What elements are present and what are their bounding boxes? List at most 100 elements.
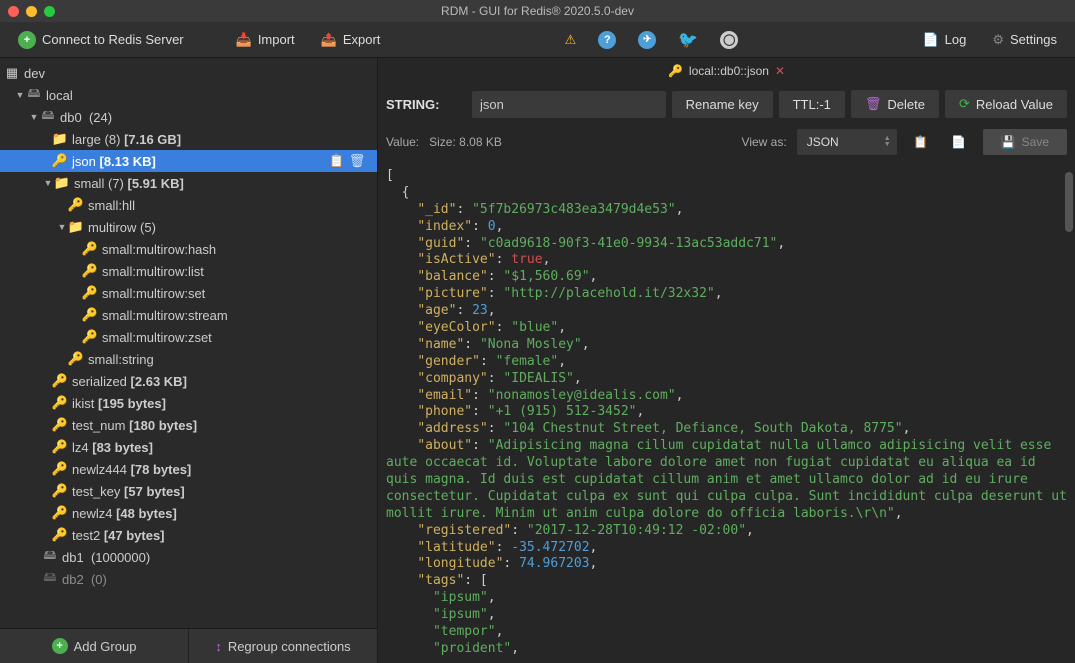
- key-icon: 🔑: [668, 64, 683, 78]
- key-icon: 🔑: [68, 351, 84, 367]
- tree-key-newlz444[interactable]: 🔑newlz444 [78 bytes]: [0, 458, 377, 480]
- key-icon: 🔑: [52, 461, 68, 477]
- key-name-input[interactable]: [472, 91, 666, 118]
- tree-folder-multirow[interactable]: ▼ 📁 multirow (5): [0, 216, 377, 238]
- log-icon: 📄: [922, 32, 938, 48]
- viewas-select[interactable]: JSON ▲▼: [797, 129, 897, 155]
- value-pane: 🔑 local::db0::json ✕ STRING: Rename key …: [378, 58, 1075, 663]
- breadcrumb: 🔑 local::db0::json ✕: [378, 58, 1075, 84]
- key-icon: 🔑: [52, 395, 68, 411]
- key-icon: 🔑: [82, 329, 98, 345]
- key-icon: 🔑: [52, 505, 68, 521]
- value-label: Value:: [386, 135, 419, 149]
- json-editor[interactable]: [ { "_id": "5f7b26973c483ea3479d4e53", "…: [378, 164, 1075, 663]
- tree-key-small-hll[interactable]: 🔑 small:hll: [0, 194, 377, 216]
- warning-icon[interactable]: ⚠: [565, 32, 577, 48]
- scrollbar[interactable]: [1065, 172, 1073, 232]
- telegram-icon[interactable]: ✈: [638, 31, 656, 49]
- key-icon: 🔑: [52, 153, 68, 169]
- folder-icon: 📁: [54, 175, 70, 191]
- key-icon: 🔑: [52, 373, 68, 389]
- tree-key-json[interactable]: 🔑 json [8.13 KB] 📋 🗑: [0, 150, 377, 172]
- twitter-icon[interactable]: 🐦: [678, 30, 698, 50]
- save-button[interactable]: 💾Save: [983, 129, 1067, 155]
- sidebar: ▦ dev ▼ 🖴 local ▼ 🖴 db0 (24) 📁 large (8)…: [0, 58, 378, 663]
- gear-icon: ⚙: [992, 32, 1004, 48]
- key-icon: 🔑: [52, 483, 68, 499]
- save-icon: 💾: [1001, 135, 1016, 149]
- file-icon: 📄: [951, 135, 966, 149]
- tree-server[interactable]: ▼ 🖴 local: [0, 84, 377, 106]
- key-icon: 🔑: [82, 307, 98, 323]
- import-icon: 📥: [236, 32, 252, 48]
- tree-key-test-num[interactable]: 🔑test_num [180 bytes]: [0, 414, 377, 436]
- help-icon[interactable]: ?: [598, 31, 616, 49]
- viewas-label: View as:: [742, 135, 787, 149]
- refresh-icon: ⟳: [959, 96, 970, 112]
- tree-db1[interactable]: 🖴db1 (1000000): [0, 546, 377, 568]
- key-icon: 🔑: [52, 439, 68, 455]
- tree-key-test-key[interactable]: 🔑test_key [57 bytes]: [0, 480, 377, 502]
- rename-key-button[interactable]: Rename key: [672, 91, 773, 118]
- tree-db2[interactable]: 🖴db2 (0): [0, 568, 377, 590]
- chevron-down-icon: ▼: [42, 178, 54, 188]
- log-button[interactable]: 📄 Log: [912, 28, 976, 52]
- tree-folder-large[interactable]: 📁 large (8) [7.16 GB]: [0, 128, 377, 150]
- key-icon: 🔑: [82, 241, 98, 257]
- paste-value-button[interactable]: 📄: [945, 128, 973, 156]
- window-title: RDM - GUI for Redis® 2020.5.0-dev: [0, 4, 1075, 18]
- titlebar: RDM - GUI for Redis® 2020.5.0-dev: [0, 0, 1075, 22]
- tree-key-mr-zset[interactable]: 🔑small:multirow:zset: [0, 326, 377, 348]
- tree-root[interactable]: ▦ dev: [0, 62, 377, 84]
- chevron-down-icon: ▼: [14, 90, 26, 100]
- server-icon: 🖴: [26, 84, 42, 106]
- tree-key-ikist[interactable]: 🔑ikist [195 bytes]: [0, 392, 377, 414]
- tree-key-serialized[interactable]: 🔑serialized [2.63 KB]: [0, 370, 377, 392]
- tree-key-mr-hash[interactable]: 🔑small:multirow:hash: [0, 238, 377, 260]
- plus-icon: +: [52, 638, 68, 654]
- delete-icon[interactable]: 🗑: [349, 153, 365, 169]
- ttl-button[interactable]: TTL:-1: [779, 91, 845, 118]
- delete-button[interactable]: 🗑Delete: [851, 90, 939, 118]
- database-icon: 🖴: [42, 546, 58, 568]
- center-icons: ⚠ ? ✈ 🐦 ◯: [565, 30, 739, 50]
- tree-key-mr-stream[interactable]: 🔑small:multirow:stream: [0, 304, 377, 326]
- reload-value-button[interactable]: ⟳Reload Value: [945, 90, 1067, 118]
- tree-folder-small[interactable]: ▼ 📁 small (7) [5.91 KB]: [0, 172, 377, 194]
- tree-key-test2[interactable]: 🔑test2 [47 bytes]: [0, 524, 377, 546]
- import-button[interactable]: 📥 Import: [226, 28, 305, 52]
- sort-icon: ↕: [215, 639, 222, 654]
- trash-icon: 🗑: [865, 96, 882, 112]
- chevron-down-icon: ▼: [56, 222, 68, 232]
- close-tab-icon[interactable]: ✕: [775, 64, 785, 78]
- tree-key-mr-set[interactable]: 🔑small:multirow:set: [0, 282, 377, 304]
- tree-key-lz4[interactable]: 🔑lz4 [83 bytes]: [0, 436, 377, 458]
- regroup-button[interactable]: ↕ Regroup connections: [188, 629, 377, 663]
- export-button[interactable]: 📤 Export: [311, 28, 391, 52]
- size-label: Size: 8.08 KB: [429, 135, 502, 149]
- database-icon: 🖴: [42, 568, 58, 590]
- github-icon[interactable]: ◯: [720, 31, 738, 49]
- chevron-down-icon: ▼: [28, 112, 40, 122]
- value-meta-row: Value: Size: 8.08 KB View as: JSON ▲▼ 📋 …: [378, 124, 1075, 164]
- tree-key-small-string[interactable]: 🔑small:string: [0, 348, 377, 370]
- key-row: STRING: Rename key TTL:-1 🗑Delete ⟳Reloa…: [378, 84, 1075, 124]
- folder-icon: 📁: [68, 219, 84, 235]
- tree-db0[interactable]: ▼ 🖴 db0 (24): [0, 106, 377, 128]
- add-group-button[interactable]: + Add Group: [0, 629, 188, 663]
- key-icon: 🔑: [82, 263, 98, 279]
- key-icon: 🔑: [52, 417, 68, 433]
- main-toolbar: + Connect to Redis Server 📥 Import 📤 Exp…: [0, 22, 1075, 58]
- settings-button[interactable]: ⚙ Settings: [982, 28, 1067, 52]
- copy-value-button[interactable]: 📋: [907, 128, 935, 156]
- tree-key-newlz4[interactable]: 🔑newlz4 [48 bytes]: [0, 502, 377, 524]
- connect-button[interactable]: + Connect to Redis Server: [8, 27, 194, 53]
- key-tree: ▦ dev ▼ 🖴 local ▼ 🖴 db0 (24) 📁 large (8)…: [0, 58, 377, 594]
- key-icon: 🔑: [52, 527, 68, 543]
- key-icon: 🔑: [82, 285, 98, 301]
- copy-icon[interactable]: 📋: [329, 153, 345, 169]
- plus-icon: +: [18, 31, 36, 49]
- database-icon: 🖴: [40, 106, 56, 128]
- export-icon: 📤: [321, 32, 337, 48]
- tree-key-mr-list[interactable]: 🔑small:multirow:list: [0, 260, 377, 282]
